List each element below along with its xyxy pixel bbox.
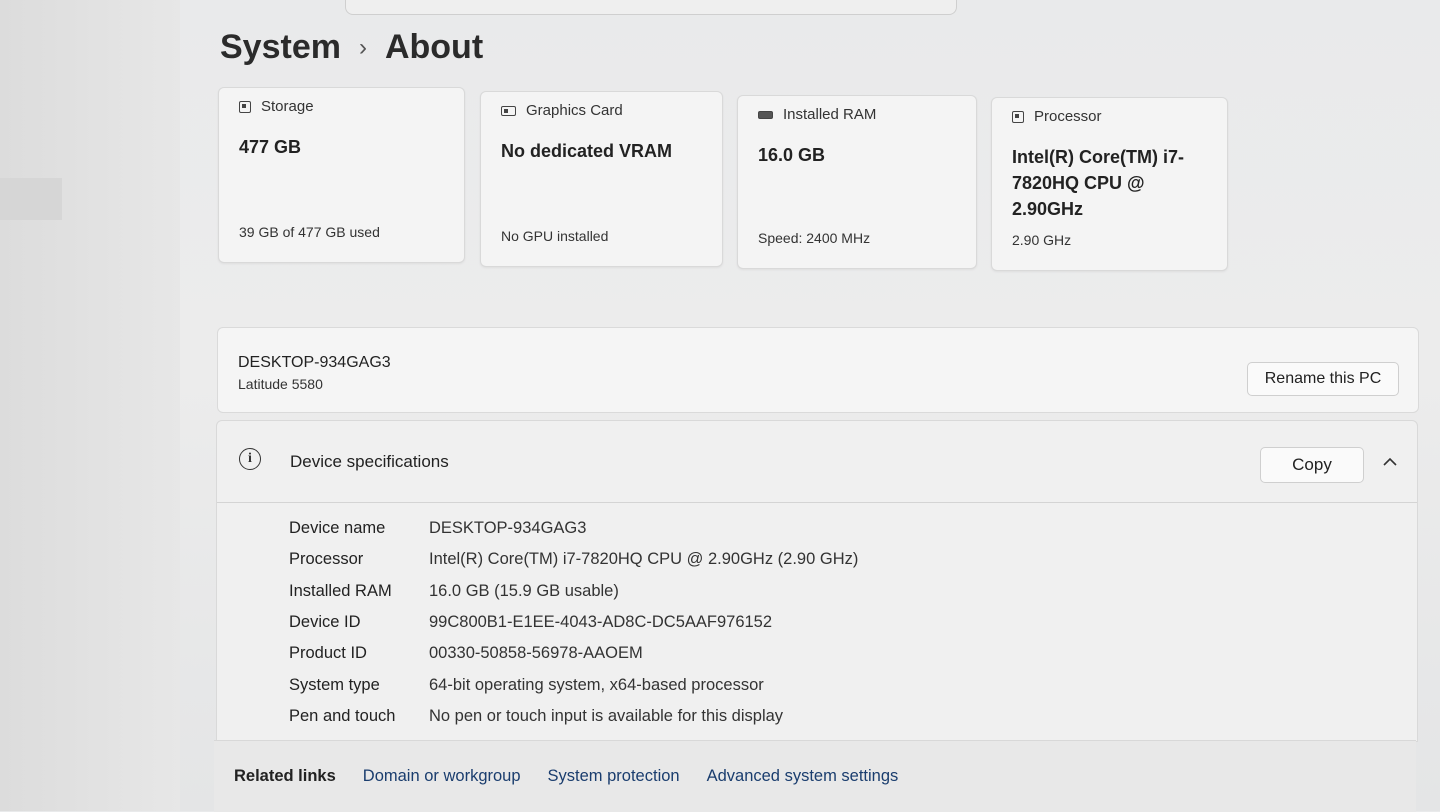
storage-card-sub: 39 GB of 477 GB used: [239, 224, 380, 240]
spec-list: Device name DESKTOP-934GAG3 Processor In…: [289, 513, 858, 732]
storage-card-title: Storage: [261, 98, 314, 115]
breadcrumb-separator: ›: [358, 33, 367, 61]
graphics-card-sub: No GPU installed: [501, 228, 609, 244]
graphics-card-header: Graphics Card: [501, 102, 623, 119]
ram-card-header: Installed RAM: [758, 106, 876, 123]
info-icon: i: [239, 448, 261, 470]
breadcrumb-system[interactable]: System: [220, 28, 341, 67]
processor-card-title: Processor: [1034, 108, 1102, 125]
spec-label: Product ID: [289, 644, 367, 663]
spec-label: Device name: [289, 519, 386, 538]
processor-card-value: Intel(R) Core(TM) i7-7820HQ CPU @ 2.90GH…: [1012, 147, 1184, 219]
storage-card-value: 477 GB: [239, 137, 302, 157]
device-specifications-title: Device specifications: [290, 452, 449, 471]
related-links-bar: Related links Domain or workgroup System…: [214, 740, 1416, 812]
graphics-card-value: No dedicated VRAM: [501, 141, 673, 161]
graphics-card[interactable]: Graphics Card No dedicated VRAM No GPU i…: [480, 91, 723, 267]
spec-value: 00330-50858-56978-AAOEM: [429, 644, 643, 663]
search-bar[interactable]: [345, 0, 957, 15]
spec-label: System type: [289, 675, 380, 694]
spec-value: 64-bit operating system, x64-based proce…: [429, 675, 764, 694]
processor-icon: [1012, 110, 1024, 123]
spec-value: 99C800B1-E1EE-4043-AD8C-DC5AAF976152: [429, 613, 773, 632]
processor-card-header: Processor: [1012, 108, 1102, 125]
processor-card[interactable]: Processor Intel(R) Core(TM) i7-7820HQ CP…: [991, 97, 1228, 271]
storage-card[interactable]: Storage 477 GB 39 GB of 477 GB used: [218, 87, 465, 263]
spec-label: Pen and touch: [289, 706, 396, 725]
spec-value: 16.0 GB (15.9 GB usable): [429, 581, 619, 600]
processor-card-sub: 2.90 GHz: [1012, 232, 1072, 248]
spec-value: Intel(R) Core(TM) i7-7820HQ CPU @ 2.90GH…: [429, 550, 859, 569]
spec-row-processor: Processor Intel(R) Core(TM) i7-7820HQ CP…: [289, 544, 858, 575]
ram-card-sub: Speed: 2400 MHz: [758, 230, 871, 246]
ram-card-title: Installed RAM: [783, 106, 877, 123]
ram-card[interactable]: Installed RAM 16.0 GB Speed: 2400 MHz: [737, 95, 977, 269]
memory-icon: [758, 110, 773, 119]
pc-model: Latitude 5580: [238, 376, 323, 392]
spec-row-pen-and-touch: Pen and touch No pen or touch input is a…: [289, 701, 858, 732]
system-protection-link[interactable]: System protection: [548, 767, 680, 786]
nav-selected-indicator: [0, 178, 62, 220]
ram-card-value: 16.0 GB: [758, 145, 826, 165]
page-title: About: [384, 28, 484, 66]
advanced-system-settings-link[interactable]: Advanced system settings: [707, 767, 899, 786]
breadcrumb: System › About: [220, 28, 483, 67]
graphics-card-icon: [501, 105, 516, 116]
spec-row-product-id: Product ID 00330-50858-56978-AAOEM: [289, 638, 858, 669]
spec-label: Device ID: [289, 613, 361, 632]
spec-row-device-id: Device ID 99C800B1-E1EE-4043-AD8C-DC5AAF…: [289, 607, 858, 638]
device-specifications-header[interactable]: i Device specifications Copy: [217, 421, 1417, 503]
storage-icon: [239, 100, 251, 113]
rename-pc-button[interactable]: Rename this PC: [1247, 362, 1399, 396]
related-links-label: Related links: [234, 767, 336, 785]
navigation-pane: [0, 0, 180, 811]
copy-button[interactable]: Copy: [1260, 447, 1364, 483]
spec-row-system-type: System type 64-bit operating system, x64…: [289, 669, 858, 700]
pc-name-panel: DESKTOP-934GAG3 Latitude 5580 Rename thi…: [217, 327, 1419, 413]
spec-value: DESKTOP-934GAG3: [429, 519, 587, 538]
spec-row-device-name: Device name DESKTOP-934GAG3: [289, 513, 858, 544]
pc-name: DESKTOP-934GAG3: [238, 354, 391, 371]
storage-card-header: Storage: [239, 98, 314, 115]
spec-row-installed-ram: Installed RAM 16.0 GB (15.9 GB usable): [289, 576, 858, 607]
device-specifications-panel: i Device specifications Copy Device name…: [216, 420, 1418, 742]
spec-label: Processor: [289, 550, 364, 569]
spec-label: Installed RAM: [289, 581, 392, 600]
spec-value: No pen or touch input is available for t…: [429, 706, 784, 725]
chevron-up-icon[interactable]: [1380, 451, 1400, 471]
domain-or-workgroup-link[interactable]: Domain or workgroup: [363, 767, 521, 786]
graphics-card-title: Graphics Card: [526, 102, 623, 119]
